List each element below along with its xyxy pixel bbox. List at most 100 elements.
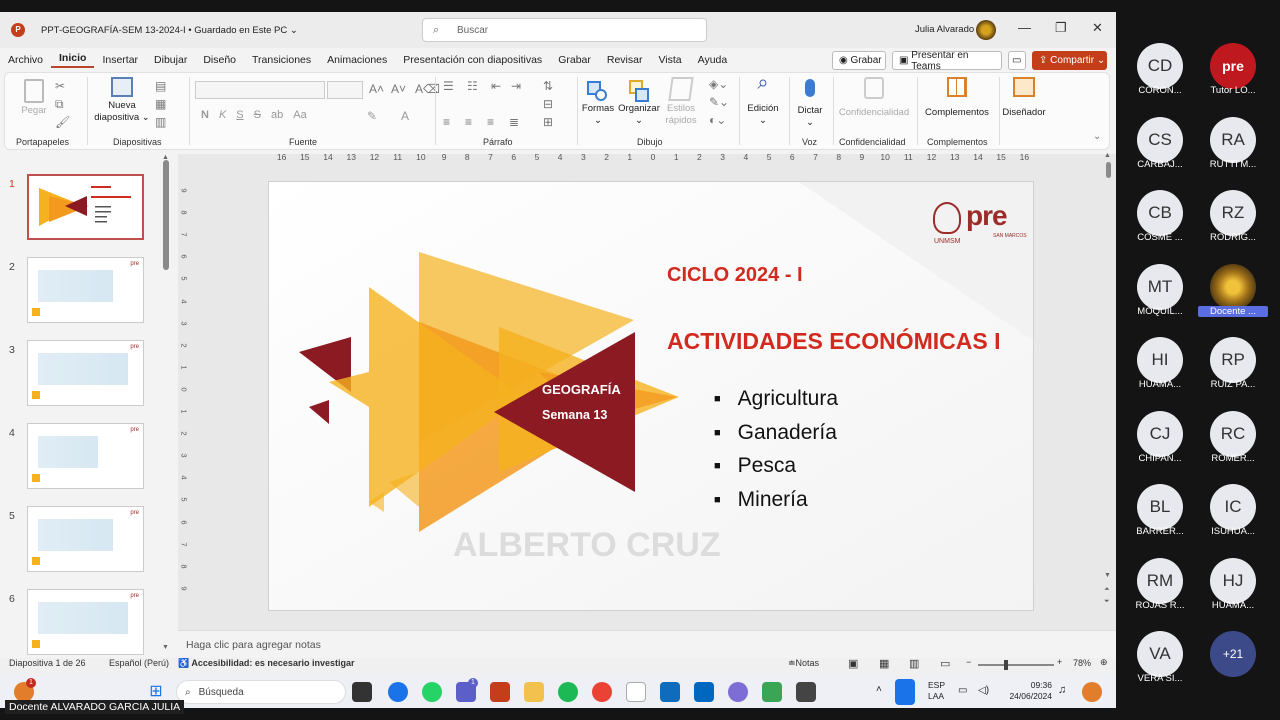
editor-scrollbar[interactable] — [1106, 162, 1111, 178]
tab-0[interactable]: Archivo — [0, 54, 51, 66]
powerpoint-taskbar-icon[interactable] — [490, 682, 510, 702]
editor-scroll-up-icon[interactable]: ▲ — [1104, 152, 1111, 159]
tab-4[interactable]: Diseño — [195, 54, 244, 66]
participant-photo-avatar[interactable] — [1210, 263, 1256, 310]
dictate-button[interactable]: Dictar ⌄ — [793, 77, 827, 129]
zoom-slider[interactable] — [978, 660, 1054, 670]
bullet-list[interactable]: ■ Agricultura ■ Ganadería ■ Pesca ■ Minería — [714, 384, 838, 518]
participant-avatar[interactable]: RA — [1210, 116, 1256, 163]
tab-11[interactable]: Ayuda — [690, 54, 736, 66]
participant-avatar[interactable]: CD — [1137, 43, 1183, 89]
bullet-item[interactable]: ■ Minería — [714, 485, 838, 519]
scroll-up-icon[interactable]: ▲ — [162, 154, 169, 161]
font-style-button-1[interactable]: K — [219, 109, 226, 121]
participant-avatar[interactable]: RC — [1210, 410, 1256, 457]
store-icon[interactable] — [694, 682, 714, 702]
tab-8[interactable]: Grabar — [550, 54, 599, 66]
next-slide-icon[interactable]: ⏷ — [1104, 598, 1110, 606]
font-style-button-3[interactable]: S — [254, 109, 261, 121]
task-view-icon[interactable] — [352, 682, 372, 702]
font-style-button-4[interactable]: ab — [271, 109, 283, 121]
zoom-level[interactable]: 78% — [1073, 658, 1091, 668]
microphone-tray-icon[interactable] — [895, 679, 915, 705]
shape-fill-icon[interactable]: ◈⌄ — [709, 77, 728, 91]
participant-avatar[interactable]: VA — [1137, 631, 1183, 677]
copy-icon[interactable]: ⧉ — [55, 97, 64, 112]
network-icon[interactable]: ▭ — [958, 685, 967, 696]
tab-9[interactable]: Revisar — [599, 54, 651, 66]
cut-icon[interactable]: ✂ — [55, 79, 65, 93]
text-direction-icon[interactable]: ⇅ — [543, 79, 553, 93]
collapse-ribbon-icon[interactable]: ⌄ — [1093, 131, 1101, 142]
subject-label[interactable]: GEOGRAFÍA — [542, 382, 621, 397]
slide-thumbnail[interactable]: pre — [27, 506, 144, 572]
participant-avatar[interactable]: RM — [1137, 557, 1183, 604]
grow-font-icon[interactable]: A˄ — [369, 82, 384, 96]
file-explorer-icon[interactable] — [524, 682, 544, 702]
more-participants-button[interactable]: +21 — [1210, 631, 1256, 677]
clock[interactable]: 09:36 24/06/2024 — [1002, 680, 1052, 702]
share-button[interactable]: ⇪ Compartir ⌄ — [1032, 51, 1107, 70]
participant-avatar[interactable]: MT — [1137, 263, 1183, 310]
search-box[interactable]: ⌕ Buscar — [422, 18, 707, 42]
accessibility-status[interactable]: ♿ Accesibilidad: es necesario investigar — [178, 658, 354, 669]
slide-thumbnail[interactable]: pre — [27, 257, 144, 323]
slide-title[interactable]: ACTIVIDADES ECONÓMICAS I — [667, 328, 1001, 355]
user-name[interactable]: Julia Alvarado — [915, 24, 974, 35]
widget-icon[interactable] — [1082, 682, 1102, 702]
notification-bell-icon[interactable]: ♫ — [1058, 684, 1066, 696]
highlight-icon[interactable]: ✎ — [367, 109, 377, 123]
app-icon-2[interactable] — [796, 682, 816, 702]
justify-icon[interactable]: ≣ — [509, 115, 519, 129]
language-indicator[interactable]: ESP LAA — [928, 680, 945, 702]
shapes-button[interactable]: Formas ⌄ — [581, 77, 615, 127]
normal-view-icon[interactable]: ▣ — [848, 657, 858, 670]
font-size-dropdown[interactable] — [327, 81, 363, 99]
slide-thumbnail[interactable]: pre — [27, 589, 144, 655]
shape-outline-icon[interactable]: ✎⌄ — [709, 95, 729, 109]
cycle-label[interactable]: CICLO 2024 - I — [667, 264, 803, 287]
volume-icon[interactable]: ◁) — [978, 685, 989, 696]
bullet-item[interactable]: ■ Ganadería — [714, 418, 838, 452]
chrome-icon[interactable] — [592, 682, 612, 702]
new-slide-button[interactable]: Nueva diapositiva ⌄ — [93, 77, 151, 124]
designer-button[interactable]: Diseñador — [1001, 77, 1047, 119]
zoom-in-icon[interactable]: + — [1057, 657, 1062, 667]
section-icon[interactable]: ▥ — [155, 115, 166, 129]
edge-icon[interactable] — [388, 682, 408, 702]
align-left-icon[interactable]: ≡ — [443, 115, 450, 129]
slide-thumbnail[interactable] — [27, 174, 144, 240]
slideshow-icon[interactable]: ▭ — [940, 657, 950, 670]
spotify-icon[interactable] — [558, 682, 578, 702]
align-text-icon[interactable]: ⊟ — [543, 97, 553, 111]
bullet-item[interactable]: ■ Agricultura — [714, 384, 838, 418]
notes-button[interactable]: ≐Notas — [788, 658, 819, 669]
record-button[interactable]: ◉ Grabar — [832, 51, 886, 70]
shrink-font-icon[interactable]: A˅ — [391, 82, 406, 96]
increase-indent-icon[interactable]: ⇥ — [511, 79, 521, 93]
participant-avatar[interactable]: IC — [1210, 484, 1256, 530]
tab-10[interactable]: Vista — [650, 54, 689, 66]
fit-slide-icon[interactable]: ⊕ — [1100, 657, 1108, 668]
tab-7[interactable]: Presentación con diapositivas — [395, 54, 550, 66]
participant-avatar[interactable]: CS — [1137, 116, 1183, 163]
tab-2[interactable]: Insertar — [94, 54, 146, 66]
format-painter-icon[interactable]: 🖌 — [55, 115, 70, 129]
quick-styles-button[interactable]: Estilos rápidos — [661, 77, 701, 127]
participant-avatar[interactable]: CB — [1137, 190, 1183, 236]
whatsapp-icon[interactable] — [422, 682, 442, 702]
document-title[interactable]: PPT-GEOGRAFÍA-SEM 13-2024-I • Guardado e… — [41, 25, 298, 36]
editing-button[interactable]: ⌕ Edición ⌄ — [743, 73, 783, 127]
slide-thumbnail[interactable]: pre — [27, 340, 144, 406]
close-button[interactable]: ✕ — [1092, 20, 1103, 36]
shape-effects-icon[interactable]: ◐⌄ — [709, 113, 726, 127]
slide-thumbnail[interactable]: pre — [27, 423, 144, 489]
arrange-button[interactable]: Organizar ⌄ — [617, 77, 661, 127]
reading-view-icon[interactable]: ▥ — [909, 657, 919, 670]
editor-scroll-down-icon[interactable]: ▼ — [1104, 572, 1111, 579]
restore-button[interactable]: ❐ — [1055, 20, 1067, 36]
font-color-icon[interactable]: A — [401, 109, 409, 123]
thumbs-scrollbar[interactable] — [163, 160, 169, 270]
bullet-item[interactable]: ■ Pesca — [714, 451, 838, 485]
font-style-button-2[interactable]: S — [236, 109, 243, 121]
